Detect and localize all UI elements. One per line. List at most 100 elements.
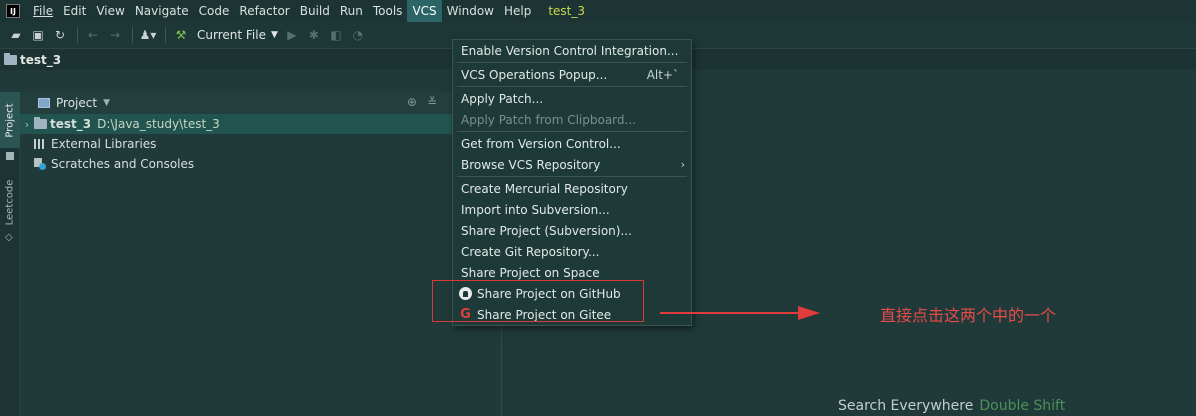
menu-help[interactable]: Help bbox=[499, 0, 536, 22]
logo-text: IJ bbox=[10, 7, 16, 16]
menu-tools[interactable]: Tools bbox=[368, 0, 408, 22]
ide-window: IJ File Edit View Navigate Code Refactor… bbox=[0, 0, 1196, 416]
annotation-arrow-line bbox=[660, 312, 802, 314]
menu-file[interactable]: File bbox=[28, 0, 58, 22]
menu-edit-label: Edit bbox=[63, 4, 87, 18]
menu-item-browse-vcs-label: Browse VCS Repository bbox=[461, 157, 601, 172]
tool-tab-project-label: Project bbox=[4, 102, 16, 138]
menu-refactor-label: Refactor bbox=[239, 4, 290, 18]
tree-row-scratches[interactable]: Scratches and Consoles bbox=[20, 154, 501, 174]
menu-separator bbox=[457, 86, 687, 87]
menu-item-enable-vci-label: Enable Version Control Integration... bbox=[461, 43, 679, 58]
debug-icon[interactable]: ✱ bbox=[304, 25, 324, 45]
tree-root-name: test_3 bbox=[50, 117, 92, 131]
menu-separator bbox=[457, 176, 687, 177]
chevron-down-icon: ▼ bbox=[103, 98, 110, 108]
back-arrow-icon[interactable]: ← bbox=[83, 25, 103, 45]
run-icon[interactable]: ▶ bbox=[282, 25, 302, 45]
build-hammer-icon[interactable]: ⚒ bbox=[171, 25, 191, 45]
menu-bar: IJ File Edit View Navigate Code Refactor… bbox=[0, 0, 1196, 22]
menu-item-get-from-vc-label: Get from Version Control... bbox=[461, 136, 621, 151]
menu-item-apply-patch-clipboard-label: Apply Patch from Clipboard... bbox=[461, 112, 636, 127]
menu-code-label: Code bbox=[198, 4, 230, 18]
chevron-right-icon: › bbox=[680, 158, 685, 171]
annotation-highlight-box bbox=[432, 280, 644, 322]
menu-item-create-git-label: Create Git Repository... bbox=[461, 244, 600, 259]
project-panel-title: Project bbox=[56, 96, 98, 110]
breadcrumb-project[interactable]: test_3 bbox=[20, 53, 61, 67]
menu-item-create-mercurial-label: Create Mercurial Repository bbox=[461, 181, 628, 196]
menu-file-label: File bbox=[33, 4, 54, 18]
sync-icon[interactable]: ↻ bbox=[50, 25, 70, 45]
menu-code[interactable]: Code bbox=[194, 0, 235, 22]
menu-window-label: Window bbox=[446, 4, 494, 18]
leetcode-icon[interactable]: ◇ bbox=[5, 232, 13, 243]
menu-item-operations-popup[interactable]: VCS Operations Popup... Alt+` bbox=[453, 64, 691, 85]
scratches-icon bbox=[34, 158, 46, 170]
toolbar-divider bbox=[132, 27, 133, 43]
tool-tab-leetcode[interactable]: Leetcode bbox=[0, 174, 20, 230]
menu-edit[interactable]: Edit bbox=[58, 0, 91, 22]
open-folder-icon[interactable]: ▰ bbox=[6, 25, 26, 45]
structure-icon[interactable] bbox=[6, 152, 14, 160]
project-panel: Project ▼ ⊕ ≚ › test_3 D:\Java_study\tes… bbox=[20, 92, 502, 416]
menu-item-operations-popup-label: VCS Operations Popup... bbox=[461, 67, 608, 82]
menu-item-import-svn[interactable]: Import into Subversion... bbox=[453, 199, 691, 220]
tree-scratches-label: Scratches and Consoles bbox=[51, 157, 195, 171]
save-icon[interactable]: ▣ bbox=[28, 25, 48, 45]
folder-icon bbox=[4, 52, 17, 65]
tree-row-project-root[interactable]: › test_3 D:\Java_study\test_3 bbox=[20, 114, 501, 134]
panel-tools: ⊕ ≚ bbox=[407, 95, 437, 109]
hint-label: Search Everywhere bbox=[838, 398, 974, 414]
menu-tools-label: Tools bbox=[372, 4, 403, 18]
left-tool-strip: Project Leetcode ◇ bbox=[0, 92, 20, 416]
intellij-logo-icon[interactable]: IJ bbox=[6, 4, 20, 18]
menu-build[interactable]: Build bbox=[295, 0, 335, 22]
menu-vcs-label: VCS bbox=[412, 4, 437, 18]
annotation-arrow-head-icon bbox=[798, 306, 820, 320]
search-everywhere-hint: Search Everywhere Double Shift bbox=[838, 398, 1065, 414]
user-dropdown-icon[interactable]: ♟▾ bbox=[138, 25, 158, 45]
menu-window[interactable]: Window bbox=[442, 0, 499, 22]
coverage-icon[interactable]: ◧ bbox=[326, 25, 346, 45]
libraries-icon bbox=[34, 139, 46, 149]
menu-navigate[interactable]: Navigate bbox=[130, 0, 194, 22]
menu-navigate-label: Navigate bbox=[134, 4, 189, 18]
menu-separator bbox=[457, 62, 687, 63]
menu-item-enable-vci[interactable]: Enable Version Control Integration... bbox=[453, 40, 691, 61]
menu-item-share-svn[interactable]: Share Project (Subversion)... bbox=[453, 220, 691, 241]
menu-item-apply-patch-clipboard: Apply Patch from Clipboard... bbox=[453, 109, 691, 130]
menu-item-browse-vcs[interactable]: Browse VCS Repository › bbox=[453, 154, 691, 175]
menu-item-share-space-label: Share Project on Space bbox=[461, 265, 600, 280]
locate-icon[interactable]: ⊕ bbox=[407, 95, 417, 109]
menu-view[interactable]: View bbox=[91, 0, 129, 22]
profile-icon[interactable]: ◔ bbox=[348, 25, 368, 45]
menu-separator bbox=[457, 131, 687, 132]
chevron-down-icon: ▼ bbox=[270, 30, 278, 40]
shortcut-text: Alt+` bbox=[646, 67, 679, 82]
menu-item-apply-patch-label: Apply Patch... bbox=[461, 91, 544, 106]
menu-build-label: Build bbox=[299, 4, 330, 18]
hint-shortcut: Double Shift bbox=[979, 398, 1066, 414]
menu-run[interactable]: Run bbox=[335, 0, 368, 22]
menu-item-create-git[interactable]: Create Git Repository... bbox=[453, 241, 691, 262]
menu-view-label: View bbox=[96, 4, 125, 18]
menu-item-create-mercurial[interactable]: Create Mercurial Repository bbox=[453, 178, 691, 199]
menu-item-get-from-vc[interactable]: Get from Version Control... bbox=[453, 133, 691, 154]
project-panel-header[interactable]: Project ▼ ⊕ ≚ bbox=[20, 92, 501, 114]
chevron-right-icon[interactable]: › bbox=[20, 118, 34, 131]
folder-icon bbox=[34, 117, 47, 129]
tree-libraries-label: External Libraries bbox=[51, 137, 157, 151]
tool-tab-project[interactable]: Project bbox=[0, 92, 20, 148]
expand-all-icon[interactable]: ≚ bbox=[427, 95, 437, 109]
toolbar-divider bbox=[77, 27, 78, 43]
menu-refactor[interactable]: Refactor bbox=[234, 0, 294, 22]
menu-help-label: Help bbox=[503, 4, 532, 18]
menu-vcs[interactable]: VCS bbox=[407, 0, 442, 22]
tree-row-external-libraries[interactable]: External Libraries bbox=[20, 134, 501, 154]
forward-arrow-icon[interactable]: → bbox=[105, 25, 125, 45]
menu-item-apply-patch[interactable]: Apply Patch... bbox=[453, 88, 691, 109]
run-config-select[interactable]: Current File ▼ bbox=[193, 28, 282, 42]
run-config-label: Current File bbox=[197, 28, 266, 42]
menu-run-label: Run bbox=[339, 4, 363, 18]
